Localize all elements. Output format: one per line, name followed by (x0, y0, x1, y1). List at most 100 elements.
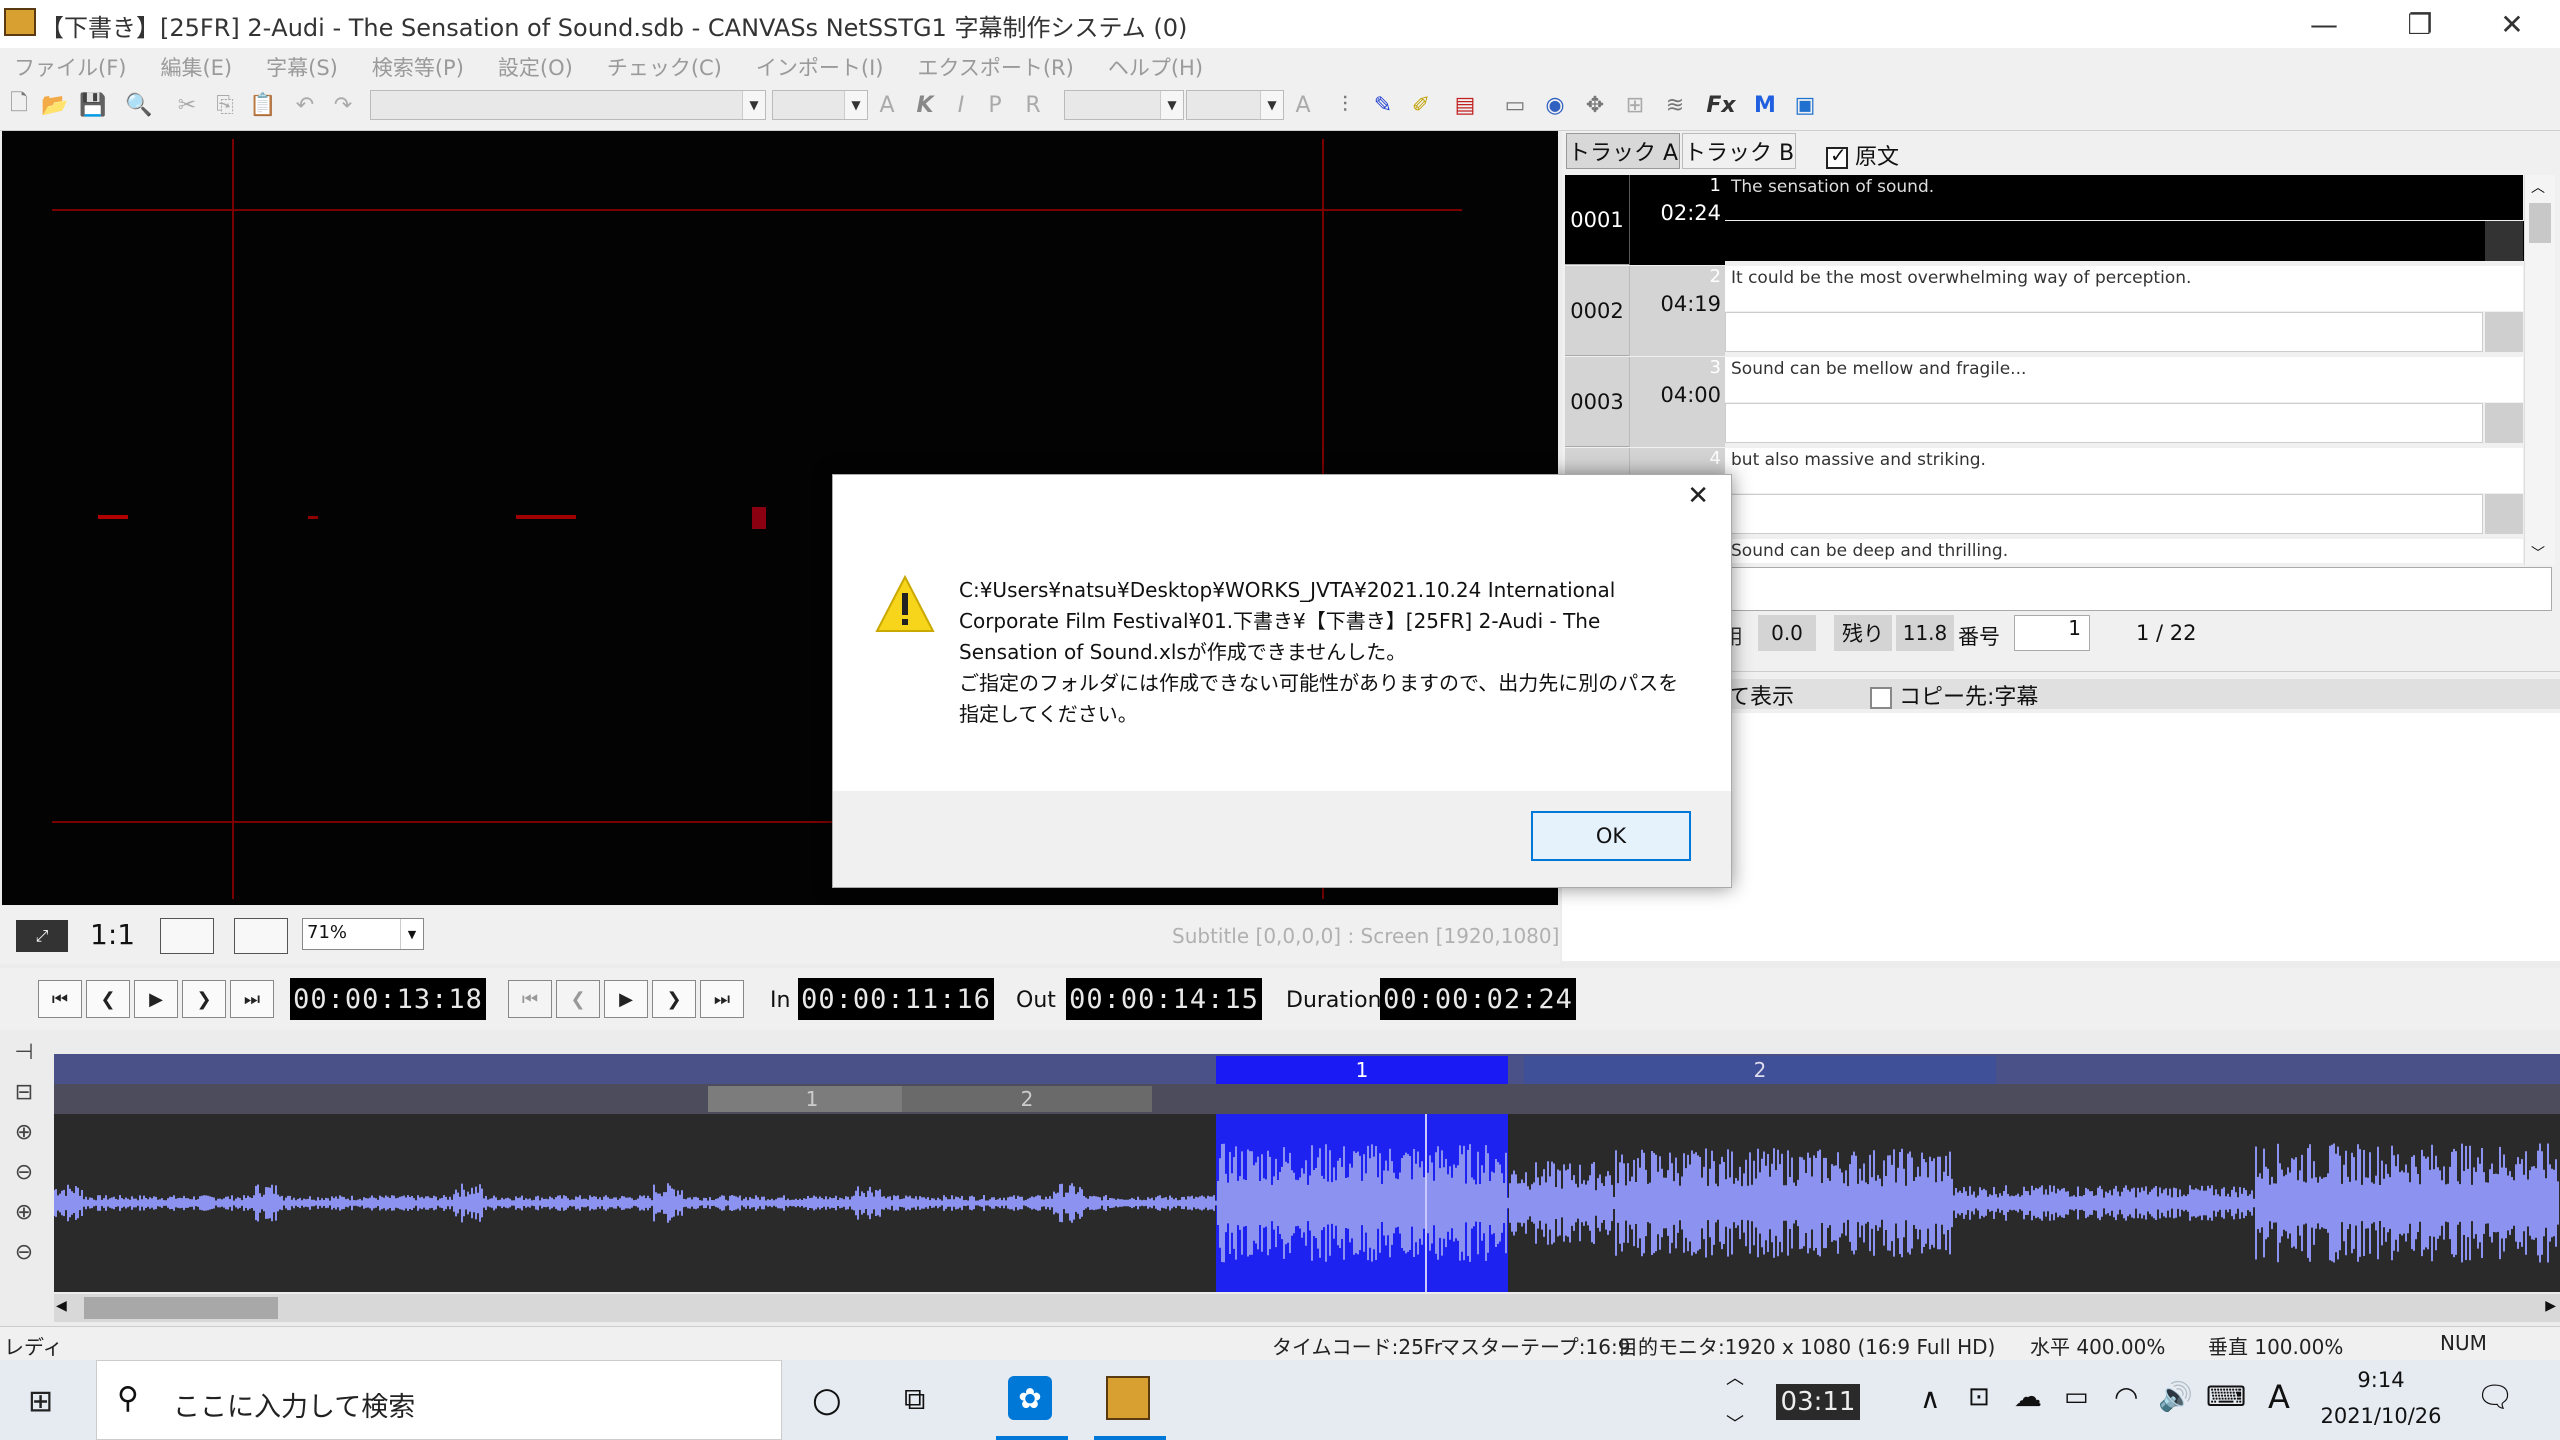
restore-button[interactable]: ❐ (2372, 0, 2468, 48)
redo-icon[interactable]: ↷ (328, 90, 358, 120)
subtitle-text[interactable]: The sensation of sound. (1725, 175, 2523, 220)
track-b-lane[interactable]: 1 2 (54, 1084, 2560, 1114)
menu-edit[interactable]: 編集(E) (160, 48, 232, 82)
track-b-block[interactable]: 2 (902, 1086, 1152, 1112)
chevron-down-icon[interactable]: ▼ (1160, 91, 1183, 119)
keyboard-icon[interactable]: ▭ (1500, 90, 1530, 120)
volume-icon[interactable]: 🔊 (2158, 1380, 2193, 1413)
paste-icon[interactable]: 📋 (248, 90, 278, 120)
size-combo[interactable]: ▼ (772, 90, 868, 120)
windows-start-icon[interactable]: ⊞ (28, 1384, 53, 1419)
ruby-icon[interactable]: ⫶ (1330, 90, 1360, 120)
marker-icon[interactable]: ⊣ (8, 1036, 40, 1068)
subtitle-text[interactable]: Sound can be mellow and fragile... (1725, 357, 2523, 402)
undo-icon[interactable]: ↶ (290, 90, 320, 120)
style-combo[interactable]: ▼ (1064, 90, 1184, 120)
subtitle-text[interactable]: Sound can be deep and thrilling. (1725, 539, 2523, 563)
track-a-block[interactable]: 2 (1524, 1056, 1996, 1084)
tab-track-b[interactable]: トラック B (1682, 133, 1796, 169)
subtitle-frame-icon[interactable] (160, 918, 214, 954)
keyboard-icon[interactable]: ⌨ (2206, 1380, 2246, 1413)
scroll-thumb[interactable] (84, 1297, 278, 1319)
number-input[interactable]: 1 (2014, 615, 2090, 651)
go-in-icon[interactable]: ⏮ (508, 980, 552, 1018)
fit-width-icon[interactable]: ⊟ (8, 1076, 40, 1108)
screen-frame-icon[interactable] (234, 918, 288, 954)
step-back-icon[interactable]: ❮ (86, 980, 130, 1018)
task-view-icon[interactable]: ⧉ (904, 1382, 925, 1417)
font-combo[interactable]: ▼ (370, 90, 766, 120)
play-icon[interactable]: ▶ (134, 980, 178, 1018)
menu-subtitle[interactable]: 字幕(S) (266, 48, 338, 82)
subtitle-source[interactable] (1725, 221, 2525, 261)
track-b-block[interactable]: 1 (708, 1086, 916, 1112)
zoom-in-vertical-icon[interactable]: ⊕ (8, 1196, 40, 1228)
chevron-down-icon[interactable]: ▼ (742, 91, 765, 119)
menu-search[interactable]: 検索等(P) (372, 48, 464, 82)
dialog-close-button[interactable]: ✕ (1687, 481, 1709, 511)
chevron-down-icon[interactable]: ﹀ (1726, 1410, 1744, 1436)
cut-icon[interactable]: ✂ (172, 90, 202, 120)
wifi-icon[interactable]: ◠ (2114, 1380, 2138, 1413)
font-a-icon[interactable]: A (872, 90, 902, 120)
step-forward-icon[interactable]: ❯ (182, 980, 226, 1018)
scroll-thumb[interactable] (2529, 203, 2551, 243)
scroll-down-icon[interactable]: ﹀ (2531, 543, 2545, 563)
clock-widget[interactable]: 03:11 (1776, 1384, 1860, 1420)
subtitle-row[interactable]: 0001 1 02:24 The sensation of sound. (1565, 175, 2525, 265)
subtitle-row[interactable]: 0003 3 04:00 Sound can be mellow and fra… (1565, 357, 2523, 447)
minimize-button[interactable]: — (2276, 0, 2372, 48)
go-start-icon[interactable]: ⏮ (38, 980, 82, 1018)
split-icon[interactable]: ⊞ (1620, 90, 1650, 120)
r-icon[interactable]: R (1018, 90, 1048, 120)
new-file-icon[interactable]: 🗋 (4, 90, 34, 120)
copy-icon[interactable]: ⎘ (210, 90, 240, 120)
scroll-right-icon[interactable]: ▶ (2545, 1298, 2556, 1314)
format-icon[interactable]: ✎ (1368, 90, 1398, 120)
m-icon[interactable]: M (1750, 90, 1780, 120)
cortana-icon[interactable]: ○ (812, 1380, 842, 1420)
track-a-block-selected[interactable]: 1 (1216, 1056, 1508, 1084)
mark-icon[interactable]: ▤ (1450, 90, 1480, 120)
subtitle-source[interactable] (1725, 312, 2483, 352)
monitor-icon[interactable]: ▣ (1790, 90, 1820, 120)
fit-icon[interactable]: ⤢ (16, 920, 68, 952)
meet-icon[interactable]: ⊡ (1968, 1382, 1990, 1412)
scroll-up-icon[interactable]: ︿ (2531, 177, 2545, 197)
ok-button[interactable]: OK (1531, 811, 1691, 861)
tab-track-a[interactable]: トラック A (1566, 133, 1680, 169)
subtitle-source[interactable] (1725, 403, 2483, 443)
open-folder-icon[interactable]: 📂 (40, 90, 70, 120)
app-pinned-icon[interactable]: ✿ (1008, 1376, 1052, 1420)
subtitle-text[interactable]: It could be the most overwhelming way of… (1725, 266, 2523, 311)
in-timecode[interactable]: 00:00:11:16 (798, 978, 994, 1020)
menu-export[interactable]: エクスポート(R) (917, 48, 1073, 82)
chevron-down-icon[interactable]: ▼ (1260, 91, 1283, 119)
chevron-down-icon[interactable]: ▼ (844, 91, 867, 119)
wave-icon[interactable]: ≋ (1660, 90, 1690, 120)
scroll-left-icon[interactable]: ◀ (56, 1298, 67, 1314)
menu-settings[interactable]: 設定(O) (498, 48, 573, 82)
anchor-icon[interactable]: ✥ (1580, 90, 1610, 120)
go-end-icon[interactable]: ⏭ (230, 980, 274, 1018)
copy-checkbox[interactable] (1870, 687, 1892, 709)
font-a2-icon[interactable]: A (1288, 90, 1318, 120)
next-subtitle-icon[interactable]: ❯ (652, 980, 696, 1018)
position-combo[interactable]: ▼ (1186, 90, 1284, 120)
source-text-toggle[interactable]: ✓ 原文 (1826, 139, 1899, 171)
app-icon[interactable] (4, 8, 36, 36)
p-icon[interactable]: P (980, 90, 1010, 120)
subtitle-scrollbar[interactable]: ︿ ﹀ (2524, 175, 2555, 565)
play-range-icon[interactable]: ▶ (604, 980, 648, 1018)
chevron-up-icon[interactable]: ︿ (1726, 1364, 1744, 1390)
zoom-in-icon[interactable]: ⊕ (8, 1116, 40, 1148)
subtitle-source[interactable] (1725, 494, 2483, 534)
save-icon[interactable]: 💾 (78, 90, 108, 120)
taskbar-search[interactable]: ⚲ ここに入力して検索 (96, 1360, 782, 1440)
zoom-out-icon[interactable]: ⊖ (8, 1156, 40, 1188)
chevron-up-icon[interactable]: ∧ (1920, 1382, 1941, 1415)
timeline-scrollbar[interactable]: ◀ ▶ (54, 1294, 2560, 1322)
waveform-area[interactable] (54, 1114, 2560, 1292)
source-checkbox[interactable]: ✓ (1826, 143, 1848, 169)
subtitle-text[interactable]: but also massive and striking. (1725, 448, 2523, 493)
